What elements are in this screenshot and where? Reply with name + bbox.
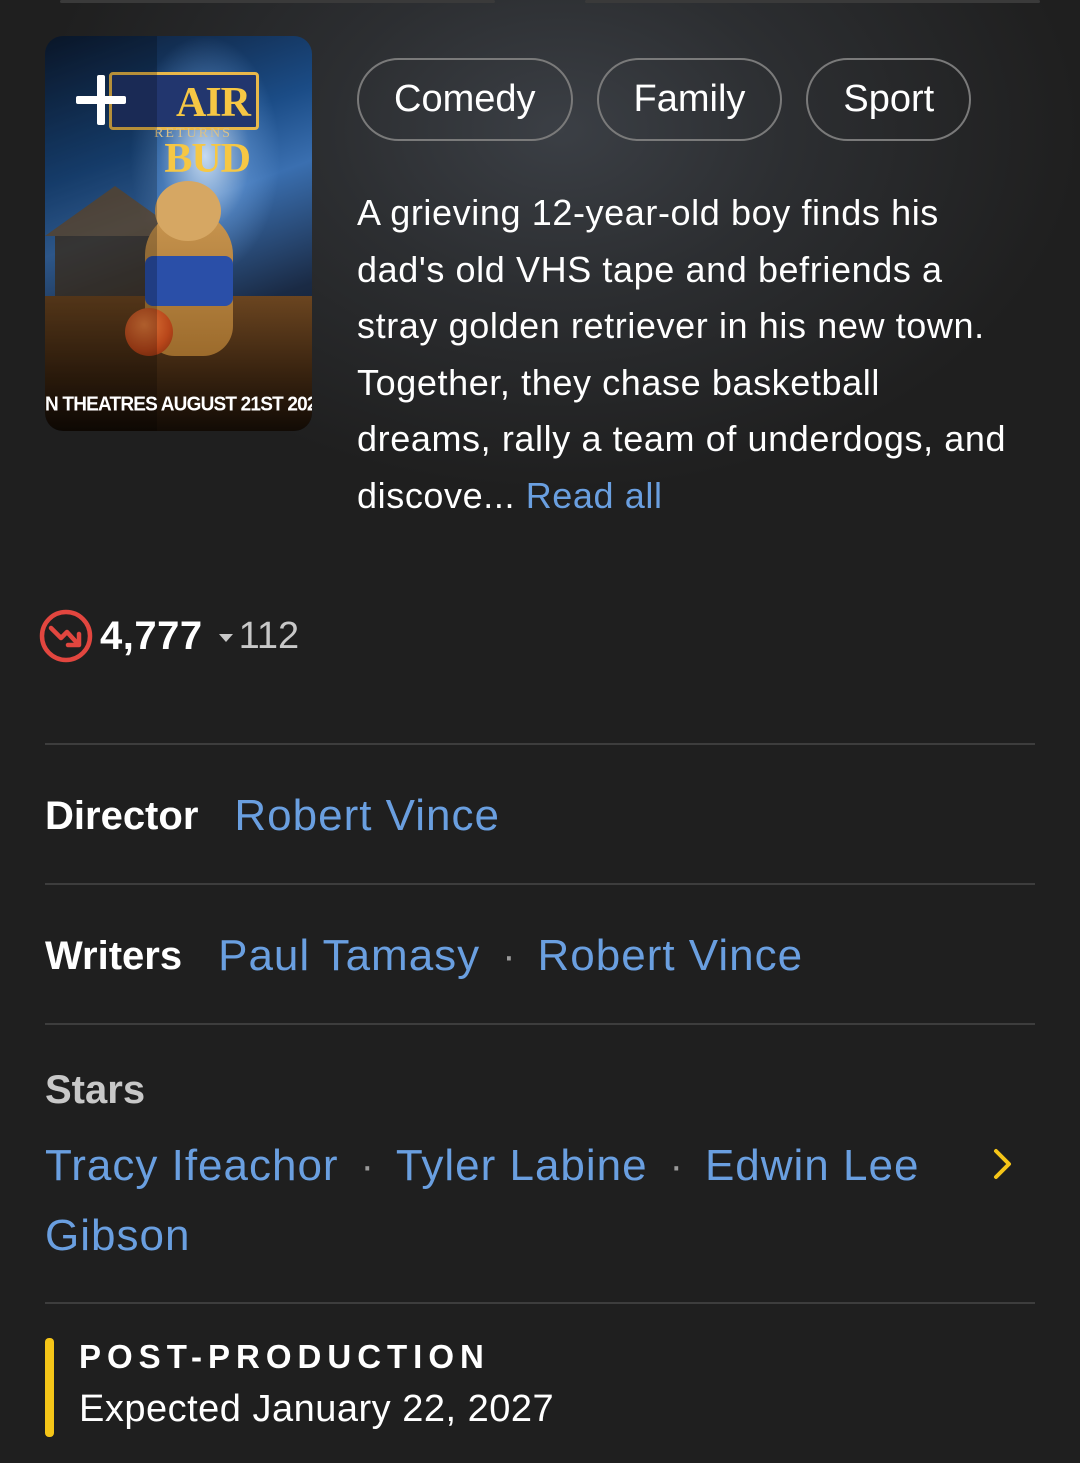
plot-summary: A grieving 12-year-old boy finds his dad… [357, 185, 1017, 524]
genre-chip-comedy[interactable]: Comedy [357, 58, 573, 141]
genre-chip-family[interactable]: Family [596, 58, 783, 141]
poster-release-text: N THEATRES AUGUST 21ST 2026 [45, 393, 312, 416]
star-link[interactable]: Edwin Lee [705, 1141, 919, 1191]
caret-down-icon [218, 634, 233, 642]
separator: · [502, 933, 516, 978]
poster-dog-jersey [145, 256, 233, 306]
poster-dog-head [155, 181, 221, 241]
popularity-meter[interactable]: 4,777 112 [38, 608, 299, 664]
plot-text: A grieving 12-year-old boy finds his dad… [357, 192, 1007, 516]
director-link[interactable]: Robert Vince [234, 791, 500, 841]
writers-label: Writers [45, 933, 183, 978]
popularity-change-value: 112 [238, 614, 300, 657]
divider [45, 1023, 1035, 1025]
add-to-watchlist-icon[interactable] [73, 72, 129, 128]
trending-down-icon [39, 609, 93, 663]
read-all-link[interactable]: Read all [526, 475, 663, 516]
expected-release-date: Expected January 22, 2027 [79, 1388, 555, 1430]
genre-chip-sport[interactable]: Sport [806, 58, 972, 141]
stars-list-continued: Gibson [45, 1206, 190, 1266]
writer-link[interactable]: Paul Tamasy [218, 931, 480, 981]
divider [45, 1302, 1035, 1304]
status-accent-bar [45, 1338, 54, 1437]
writer-link[interactable]: Robert Vince [538, 931, 804, 981]
popularity-change: 112 [218, 614, 300, 658]
director-row: Director Robert Vince [45, 786, 500, 846]
stars-label: Stars [45, 1068, 146, 1112]
star-link[interactable]: Gibson [45, 1211, 190, 1261]
carousel-scroll-indicator [60, 0, 495, 3]
stars-list: Tracy Ifeachor · Tyler Labine · Edwin Le… [45, 1136, 919, 1196]
star-link[interactable]: Tyler Labine [396, 1141, 648, 1191]
carousel-scroll-indicator [585, 0, 1040, 3]
separator: · [360, 1143, 374, 1188]
star-link[interactable]: Tracy Ifeachor [45, 1141, 339, 1191]
popularity-rank: 4,777 [100, 613, 203, 658]
writers-row: Writers Paul Tamasy · Robert Vince [45, 926, 803, 986]
separator: · [669, 1143, 683, 1188]
production-status: POST-PRODUCTION [79, 1338, 490, 1375]
divider [45, 743, 1035, 745]
director-label: Director [45, 793, 199, 838]
divider [45, 883, 1035, 885]
genre-chips: Comedy Family Sport [357, 58, 972, 142]
chevron-right-icon[interactable] [985, 1146, 1021, 1182]
